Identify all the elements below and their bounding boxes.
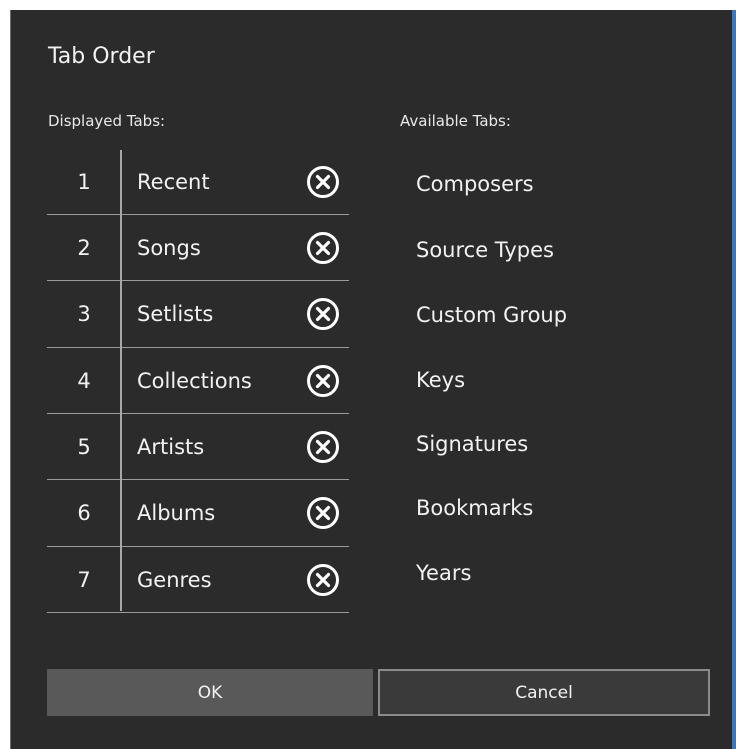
dialog-title: Tab Order bbox=[48, 44, 155, 69]
available-tab-item[interactable]: Source Types bbox=[416, 218, 716, 282]
remove-tab-icon[interactable] bbox=[306, 563, 340, 597]
displayed-tabs-label: Displayed Tabs: bbox=[48, 112, 166, 130]
tab-name: Collections bbox=[137, 368, 252, 393]
available-tab-item[interactable]: Years bbox=[416, 541, 716, 605]
displayed-tab-row[interactable]: 7 Genres bbox=[47, 547, 349, 613]
window-frame-left bbox=[0, 10, 10, 749]
displayed-tab-row[interactable]: 2 Songs bbox=[47, 215, 349, 281]
tab-order-number: 1 bbox=[77, 170, 91, 194]
available-tab-item[interactable]: Bookmarks bbox=[416, 475, 716, 541]
available-tab-item[interactable]: Signatures bbox=[416, 412, 716, 475]
tab-order-number: 6 bbox=[77, 501, 91, 525]
ok-button[interactable]: OK bbox=[47, 669, 373, 716]
available-tab-item[interactable]: Composers bbox=[416, 150, 716, 218]
tab-name: Setlists bbox=[137, 302, 214, 326]
displayed-tab-row[interactable]: 5 Artists bbox=[47, 414, 349, 480]
available-tab-item[interactable]: Keys bbox=[416, 348, 716, 412]
available-tabs-list: Composers Source Types Custom Group Keys… bbox=[416, 150, 716, 605]
tab-order-number: 2 bbox=[77, 235, 91, 260]
displayed-tab-row[interactable]: 6 Albums bbox=[47, 480, 349, 547]
displayed-tabs-list: 1 Recent 2 Songs 3 Setlists 4 Collection… bbox=[47, 150, 349, 613]
available-tabs-label: Available Tabs: bbox=[400, 112, 511, 130]
window-frame-right bbox=[732, 10, 736, 749]
remove-tab-icon[interactable] bbox=[306, 364, 340, 398]
remove-tab-icon[interactable] bbox=[306, 496, 340, 530]
remove-tab-icon[interactable] bbox=[306, 430, 340, 464]
window-frame-edge bbox=[10, 10, 11, 749]
tab-order-number: 3 bbox=[77, 302, 91, 326]
column-divider bbox=[120, 150, 122, 611]
tab-name: Recent bbox=[137, 170, 210, 194]
tab-name: Albums bbox=[137, 501, 216, 525]
displayed-tab-row[interactable]: 1 Recent bbox=[47, 150, 349, 215]
tab-order-number: 5 bbox=[77, 434, 91, 459]
displayed-tab-row[interactable]: 4 Collections bbox=[47, 348, 349, 414]
window-frame-top bbox=[0, 0, 736, 10]
tab-order-number: 4 bbox=[77, 368, 91, 393]
tab-order-dialog: Tab Order Displayed Tabs: Available Tabs… bbox=[0, 0, 736, 749]
remove-tab-icon[interactable] bbox=[306, 231, 340, 265]
tab-name: Genres bbox=[137, 567, 212, 592]
tab-order-number: 7 bbox=[77, 567, 91, 592]
remove-tab-icon[interactable] bbox=[306, 297, 340, 331]
tab-name: Artists bbox=[137, 434, 205, 459]
displayed-tab-row[interactable]: 3 Setlists bbox=[47, 281, 349, 348]
tab-name: Songs bbox=[137, 235, 201, 260]
available-tab-item[interactable]: Custom Group bbox=[416, 282, 716, 348]
remove-tab-icon[interactable] bbox=[306, 165, 340, 199]
cancel-button[interactable]: Cancel bbox=[378, 669, 710, 716]
